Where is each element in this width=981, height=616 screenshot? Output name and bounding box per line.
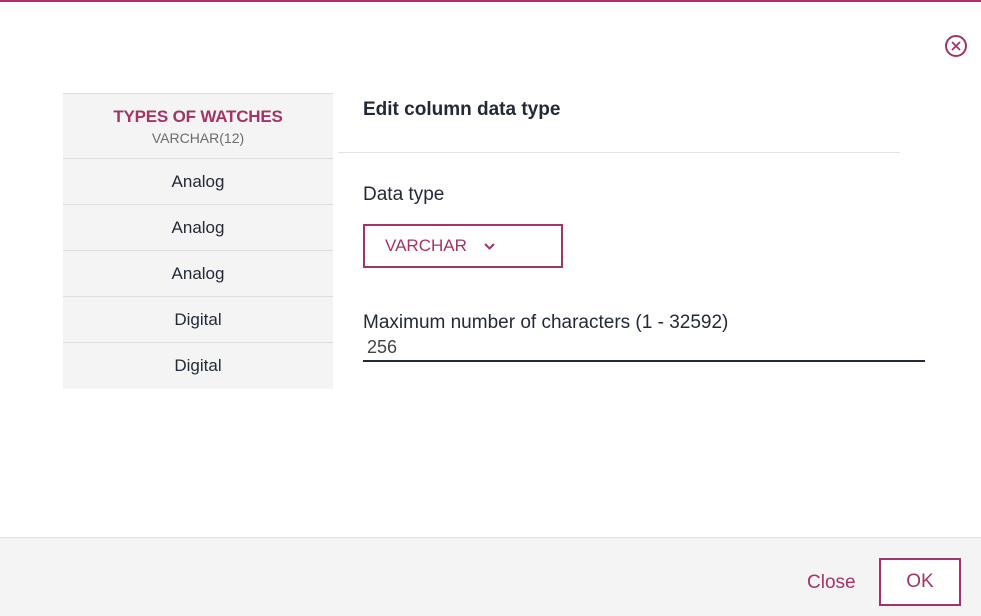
preview-row: Analog [63, 251, 333, 297]
preview-row: Analog [63, 205, 333, 251]
data-type-value: VARCHAR [385, 236, 467, 255]
edit-column-dialog: TYPES OF WATCHES VARCHAR(12) Analog Anal… [0, 0, 981, 616]
preview-row: Digital [63, 297, 333, 343]
column-name: TYPES OF WATCHES [113, 107, 283, 126]
title-divider [338, 152, 900, 153]
dialog-title: Edit column data type [363, 99, 561, 120]
column-preview-header: TYPES OF WATCHES VARCHAR(12) [63, 93, 333, 159]
preview-row: Analog [63, 159, 333, 205]
data-type-select[interactable]: VARCHAR [363, 224, 563, 268]
column-type: VARCHAR(12) [151, 130, 245, 146]
close-circle-icon[interactable] [945, 35, 967, 57]
close-button[interactable]: Close [807, 572, 856, 594]
ok-button[interactable]: OK [879, 558, 961, 606]
max-characters-input[interactable] [363, 336, 925, 362]
dialog-footer: Close OK [0, 537, 981, 616]
close-icon [951, 41, 961, 51]
max-characters-label: Maximum number of characters (1 - 32592) [363, 312, 729, 333]
chevron-down-icon [483, 225, 495, 265]
preview-row: Digital [174, 356, 222, 375]
column-preview: TYPES OF WATCHES VARCHAR(12) Analog Anal… [63, 93, 333, 389]
data-type-label: Data type [363, 184, 445, 205]
